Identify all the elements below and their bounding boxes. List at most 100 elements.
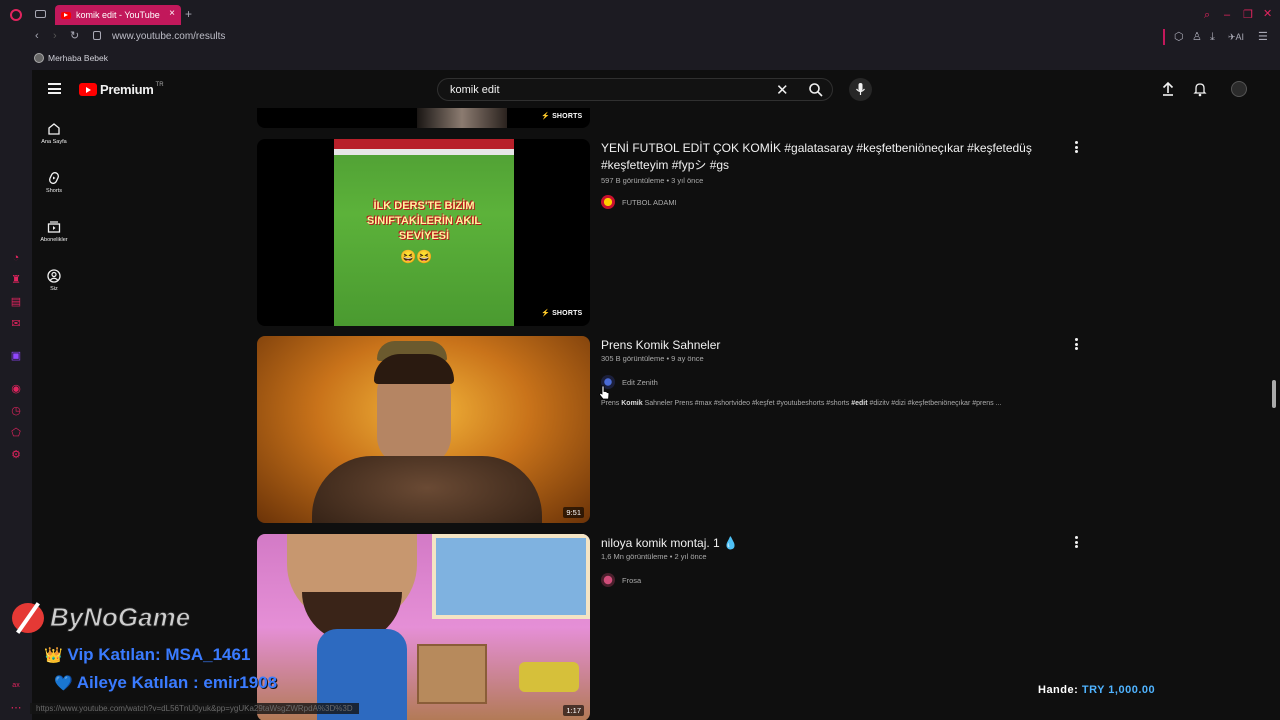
microphone-icon (856, 83, 865, 95)
voice-search-button[interactable] (849, 78, 872, 101)
family-line: 💙 Aileye Katılan : emir1908 (54, 673, 277, 693)
video-thumbnail[interactable]: 1:17 (257, 534, 590, 720)
settings-icon[interactable]: ⚙ (10, 449, 22, 461)
extensions-icon[interactable]: ⬡ (1174, 31, 1184, 43)
avatar[interactable] (1231, 81, 1247, 97)
new-tab-icon[interactable]: + (185, 8, 192, 20)
status-bar-url: https://www.youtube.com/watch?v=dL56TnU0… (30, 703, 359, 714)
youtube-page: Premium TR ✕ Ana Sayfa Shorts Abonelikle… (32, 70, 1280, 720)
laughing-emoji: 😆😆 (400, 249, 433, 264)
more-actions-icon[interactable] (1075, 338, 1079, 350)
youtube-favicon-icon (61, 11, 71, 19)
guide-item-subscriptions[interactable]: Abonelikler (32, 220, 76, 243)
video-title[interactable]: Prens Komik Sahneler (601, 337, 1041, 354)
profile-icon[interactable]: ♙ (1192, 31, 1202, 43)
video-duration: 1:17 (563, 705, 584, 716)
aria-ai-button[interactable]: ✈AI (1228, 31, 1244, 43)
bookmark-favicon-icon (34, 53, 44, 63)
speed-dial-icon[interactable]: ◔ (10, 252, 22, 264)
twitch-icon[interactable]: ▣ (10, 350, 22, 362)
bookmark-item[interactable]: Merhaba Bebek (34, 53, 108, 63)
brand-text: ByNoGame (49, 602, 191, 633)
notifications-icon[interactable] (1192, 81, 1208, 97)
vip-line: 👑 Vip Katılan: MSA_1461 (44, 645, 250, 665)
vip-text: Vip Katılan: MSA_1461 (67, 645, 251, 664)
forward-icon[interactable]: › (53, 30, 57, 42)
video-thumbnail[interactable]: 9:51 (257, 336, 590, 523)
bookmark-label: Merhaba Bebek (48, 53, 109, 63)
tab-title: komik edit - YouTube (76, 10, 160, 20)
history-icon[interactable]: ◷ (10, 405, 22, 417)
more-icon[interactable]: ⋯ (10, 702, 22, 714)
thumbnail-image (417, 108, 507, 128)
video-title[interactable]: YENİ FUTBOL EDİT ÇOK KOMİK #galatasaray … (601, 140, 1041, 174)
channel-name[interactable]: Frosa (622, 576, 641, 585)
page-scrollbar[interactable] (1272, 380, 1276, 408)
guide-label: Abonelikler (40, 237, 68, 243)
tab-close-icon[interactable]: × (169, 8, 175, 19)
channel-link[interactable]: FUTBOL ADAMI (601, 195, 677, 209)
stadium-banner-white (334, 149, 514, 155)
channel-link[interactable]: Frosa (601, 573, 641, 587)
channel-avatar[interactable] (601, 573, 615, 587)
video-meta: 305 B görüntüleme • 9 ay önce (601, 354, 704, 363)
video-thumbnail[interactable]: ⚡ SHORTS (257, 108, 590, 128)
maximize-icon[interactable]: ❐ (1243, 9, 1253, 21)
ai-assistant-icon[interactable]: ♜ (10, 274, 22, 286)
video-thumbnail[interactable]: İLK DERS'TE BİZİM SINIFTAKİLERİN AKIL SE… (257, 139, 590, 326)
upload-icon[interactable] (1160, 81, 1176, 97)
more-actions-icon[interactable] (1075, 141, 1079, 153)
close-window-icon[interactable]: ✕ (1263, 8, 1272, 20)
hair-shape (374, 354, 454, 384)
desc-highlight: Komik (621, 400, 643, 407)
more-actions-icon[interactable] (1075, 536, 1079, 548)
download-icon[interactable]: ⤓ (1210, 31, 1215, 43)
window-shape (432, 534, 590, 619)
crown-icon: 👑 (44, 647, 63, 664)
guide-item-shorts[interactable]: Shorts (32, 171, 76, 194)
menu-icon[interactable] (48, 83, 61, 94)
desc-highlight: #edit (851, 400, 868, 407)
family-text: Aileye Katılan : emir1908 (76, 673, 278, 692)
account-icon (47, 269, 61, 283)
reload-icon[interactable]: ↻ (70, 30, 79, 42)
opera-logo-icon[interactable] (10, 9, 22, 21)
shorts-icon (49, 172, 59, 184)
youtube-logo-icon (79, 83, 97, 96)
minimize-icon[interactable]: – (1224, 9, 1230, 21)
easy-setup-icon[interactable]: ☰ (1258, 31, 1268, 43)
workspaces-icon[interactable] (35, 10, 46, 18)
toy-box-shape (519, 662, 579, 692)
shorts-badge: ⚡ SHORTS (541, 113, 583, 120)
home-icon (48, 123, 60, 135)
search-icon[interactable] (808, 82, 824, 98)
guide-label: Ana Sayfa (41, 139, 67, 145)
desc-text: #dizitv #dizi #keşfetbeniöneçıkar #prens… (867, 400, 1002, 407)
video-meta: 1,6 Mn görüntüleme • 2 yıl önce (601, 552, 707, 561)
video-title[interactable]: niloya komik montaj. 1 💧 (601, 535, 1041, 552)
guide-item-you[interactable]: Siz (32, 269, 76, 292)
stadium-banner (334, 139, 514, 149)
youtube-header: Premium TR ✕ (32, 70, 1268, 108)
donation-amount: TRY 1,000.00 (1081, 684, 1156, 696)
search-tabs-icon[interactable]: ⌕ (1204, 9, 1210, 21)
messenger-icon[interactable]: ▤ (10, 296, 22, 308)
youtube-premium-logo[interactable]: Premium TR (79, 82, 164, 97)
channel-avatar[interactable] (601, 195, 615, 209)
channel-name[interactable]: Edit Zenith (622, 378, 658, 387)
channel-name[interactable]: FUTBOL ADAMI (622, 198, 677, 207)
search-input[interactable] (450, 82, 750, 98)
clear-search-icon[interactable]: ✕ (776, 81, 789, 99)
address-bar-divider (1163, 29, 1165, 45)
guide-item-home[interactable]: Ana Sayfa (32, 122, 76, 145)
back-icon[interactable]: ‹ (35, 30, 39, 42)
address-bar[interactable]: www.youtube.com/results (112, 31, 225, 42)
browser-tab-active[interactable]: komik edit - YouTube × (55, 5, 181, 25)
thumbnail-image: İLK DERS'TE BİZİM SINIFTAKİLERİN AKIL SE… (334, 139, 514, 326)
bynogame-logo-icon (12, 602, 44, 633)
player-icon[interactable]: ◉ (10, 383, 22, 395)
dresser-shape (417, 644, 487, 704)
mail-icon[interactable]: ✉ (10, 318, 22, 330)
fur-robe-shape (312, 456, 542, 523)
pinboard-icon[interactable]: ⬠ (10, 427, 22, 439)
